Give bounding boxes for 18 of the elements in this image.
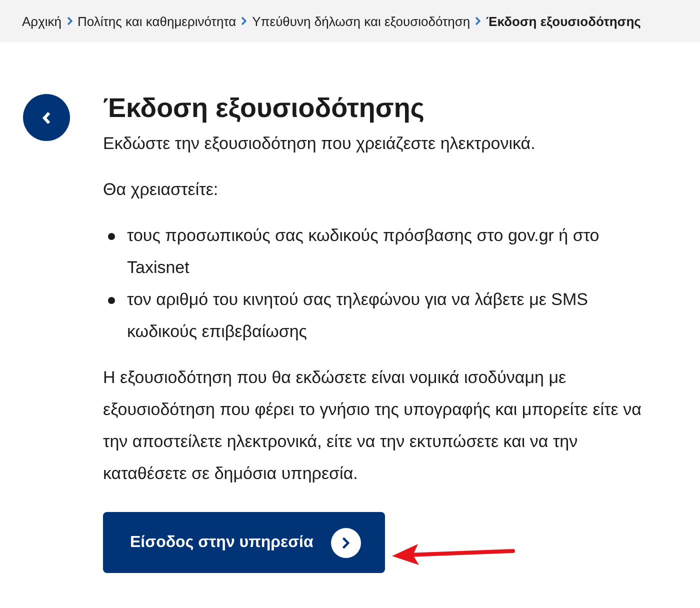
bullet-icon [108,297,115,304]
breadcrumb-link[interactable]: Πολίτης και καθημερινότητα [78,14,236,28]
breadcrumb-link[interactable]: Υπεύθυνη δήλωση και εξουσιοδότηση [252,14,470,28]
arrow-circle-icon [331,528,362,558]
back-icon [40,110,52,124]
info-paragraph: Η εξουσιοδότηση που θα εκδώσετε είναι νομικά ισοδύναμη με εξουσιοδότηση που φέρει το γνήσιο της υπογραφής και μπορείτε είτε να την αποστείλετε ηλεκτρονικά, είτε να την εκτυπώσετε και να την καταθέσετε σε δημόσια υπηρεσία. [103,367,642,485]
page-title: Έκδοση εξουσιοδότησης [103,92,426,125]
breadcrumb-current: Έκδοση εξουσιοδότησης [486,14,641,28]
subtitle: Εκδώστε την εξουσιοδότηση που χρειάζεστε ηλεκτρονικά. [103,133,536,155]
back-button[interactable] [23,94,70,141]
bullet-icon [108,233,115,240]
chevron-icon [473,16,484,26]
requirements-heading: Θα χρειαστείτε: [103,179,220,201]
chevron-icon [239,16,250,26]
breadcrumb-link[interactable]: Αρχική [22,14,62,28]
start-button[interactable]: Είσοδος στην υπηρεσία [103,512,386,573]
chevron-icon [64,16,75,26]
requirement-item: τον αριθμό του κινητού σας τηλεφώνου για να λάβετε με SMS κωδικούς επιβεβαίωσης [127,289,590,343]
